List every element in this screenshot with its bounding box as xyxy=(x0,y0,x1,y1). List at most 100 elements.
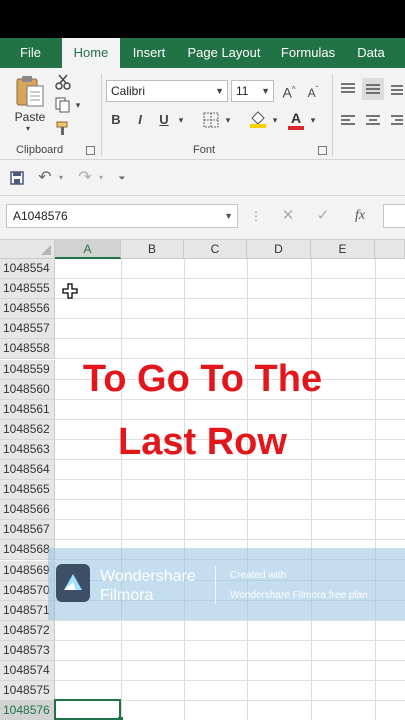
italic-button[interactable]: I xyxy=(133,110,147,130)
gridline xyxy=(121,259,122,720)
row-header[interactable]: 1048554 xyxy=(0,259,55,279)
top-black-bar xyxy=(0,0,405,38)
copy-icon[interactable] xyxy=(55,97,71,113)
align-top-icon[interactable] xyxy=(340,82,356,96)
gridline xyxy=(184,259,185,720)
font-color-button[interactable]: A xyxy=(287,108,305,130)
gridline xyxy=(55,318,405,319)
insert-function-icon[interactable]: fx xyxy=(350,206,370,226)
filmora-logo xyxy=(56,564,90,602)
column-header-a[interactable]: A xyxy=(55,240,121,259)
row-header[interactable]: 1048555 xyxy=(0,279,55,299)
column-header-e[interactable]: E xyxy=(311,240,375,259)
clipboard-group-label: Clipboard xyxy=(16,144,64,156)
grow-font-button[interactable]: A^ xyxy=(279,80,299,103)
row-header[interactable]: 1048576 xyxy=(0,701,55,720)
font-color-icon: A xyxy=(290,110,302,126)
save-icon[interactable] xyxy=(10,171,24,185)
row-header[interactable]: 1048557 xyxy=(0,319,55,339)
font-launcher-icon[interactable] xyxy=(318,146,327,155)
name-box[interactable]: A1048576 ▼ xyxy=(6,204,238,228)
font-size-select[interactable]: 11 ▼ xyxy=(231,80,274,102)
align-right-icon[interactable] xyxy=(390,114,404,128)
watermark-brand-line-2: Filmora xyxy=(100,587,154,604)
select-all-corner[interactable] xyxy=(0,240,55,259)
enter-entry-icon[interactable]: ✓ xyxy=(314,206,332,226)
gridline xyxy=(55,680,405,681)
cut-icon[interactable] xyxy=(55,74,71,90)
column-header-f[interactable] xyxy=(375,240,405,259)
redo-dropdown-icon[interactable]: ▾ xyxy=(97,168,105,188)
row-header[interactable]: 1048574 xyxy=(0,661,55,681)
row-header[interactable]: 1048561 xyxy=(0,400,55,420)
formula-bar: A1048576 ▼ ⋮ ✕ ✓ fx xyxy=(0,196,405,240)
align-middle-button[interactable] xyxy=(362,78,384,100)
row-header[interactable]: 1048569 xyxy=(0,561,55,581)
clipboard-launcher-icon[interactable] xyxy=(86,146,95,155)
name-box-dropdown-icon[interactable]: ▼ xyxy=(224,205,233,227)
cancel-entry-icon[interactable]: ✕ xyxy=(279,206,297,226)
font-name-select[interactable]: Calibri ▼ xyxy=(106,80,228,102)
fill-color-icon[interactable] xyxy=(248,109,268,129)
gridline xyxy=(55,499,405,500)
name-box-value: A1048576 xyxy=(13,209,68,223)
gridline xyxy=(55,298,405,299)
filmora-watermark: Wondershare Filmora Created with Wonders… xyxy=(48,548,405,620)
column-header-d[interactable]: D xyxy=(247,240,311,259)
bold-button[interactable]: B xyxy=(109,110,123,130)
watermark-sub-line-2: Wondershare Filmora free plan xyxy=(230,590,368,601)
gridline xyxy=(247,259,248,720)
grow-font-icon: A xyxy=(282,84,292,101)
row-header[interactable]: 1048566 xyxy=(0,500,55,520)
paste-button[interactable]: Paste ▾ xyxy=(10,74,50,134)
column-header-c[interactable]: C xyxy=(184,240,247,259)
group-separator xyxy=(332,74,333,156)
active-cell-a1048576[interactable] xyxy=(54,699,123,720)
underline-dropdown-icon[interactable]: ▾ xyxy=(176,110,186,130)
filmora-logo-icon xyxy=(64,574,82,590)
redo-icon[interactable]: ↷ xyxy=(76,168,94,188)
paste-dropdown-icon: ▾ xyxy=(26,124,31,133)
gridline xyxy=(311,259,312,720)
caption-line-2: Last Row xyxy=(118,421,287,463)
tab-home[interactable]: Home xyxy=(62,38,120,68)
align-left-icon[interactable] xyxy=(340,114,356,128)
column-header-b[interactable]: B xyxy=(121,240,184,259)
shrink-font-button[interactable]: Aˇ xyxy=(303,80,323,103)
select-all-icon xyxy=(41,245,51,255)
row-header[interactable]: 1048558 xyxy=(0,339,55,359)
row-header[interactable]: 1048567 xyxy=(0,520,55,540)
tab-insert[interactable]: Insert xyxy=(126,38,172,68)
font-color-dropdown-icon[interactable]: ▾ xyxy=(308,110,318,130)
align-bottom-icon[interactable] xyxy=(390,82,404,96)
format-painter-icon[interactable] xyxy=(55,120,71,136)
excel-window: File Home Insert Page Layout Formulas Da… xyxy=(0,0,405,720)
font-size-dropdown-icon: ▼ xyxy=(261,86,270,96)
row-header[interactable]: 1048556 xyxy=(0,299,55,319)
undo-dropdown-icon[interactable]: ▾ xyxy=(57,168,65,188)
row-header[interactable]: 1048565 xyxy=(0,480,55,500)
row-header[interactable]: 1048568 xyxy=(0,540,55,560)
copy-dropdown-icon[interactable]: ▾ xyxy=(73,95,83,115)
borders-icon[interactable] xyxy=(203,112,219,128)
align-center-icon[interactable] xyxy=(365,114,381,128)
row-header[interactable]: 1048571 xyxy=(0,601,55,621)
ribbon-tabs: File Home Insert Page Layout Formulas Da… xyxy=(0,38,405,68)
underline-button[interactable]: U xyxy=(157,110,171,130)
borders-dropdown-icon[interactable]: ▾ xyxy=(223,110,233,130)
font-group-label: Font xyxy=(193,144,216,156)
tab-data[interactable]: Data xyxy=(350,38,392,68)
customize-toolbar-icon[interactable]: ⏷ xyxy=(117,168,127,188)
row-header[interactable]: 1048572 xyxy=(0,621,55,641)
tab-page-layout[interactable]: Page Layout xyxy=(184,38,264,68)
tab-formulas[interactable]: Formulas xyxy=(276,38,340,68)
row-header[interactable]: 1048570 xyxy=(0,581,55,601)
fill-color-dropdown-icon[interactable]: ▾ xyxy=(270,110,280,130)
font-color-swatch xyxy=(288,126,304,130)
row-header[interactable]: 1048573 xyxy=(0,641,55,661)
row-header[interactable]: 1048575 xyxy=(0,681,55,701)
tab-file[interactable]: File xyxy=(8,38,53,68)
group-separator xyxy=(101,74,102,156)
undo-icon[interactable]: ↶ xyxy=(36,168,54,188)
formula-input[interactable] xyxy=(383,204,405,228)
